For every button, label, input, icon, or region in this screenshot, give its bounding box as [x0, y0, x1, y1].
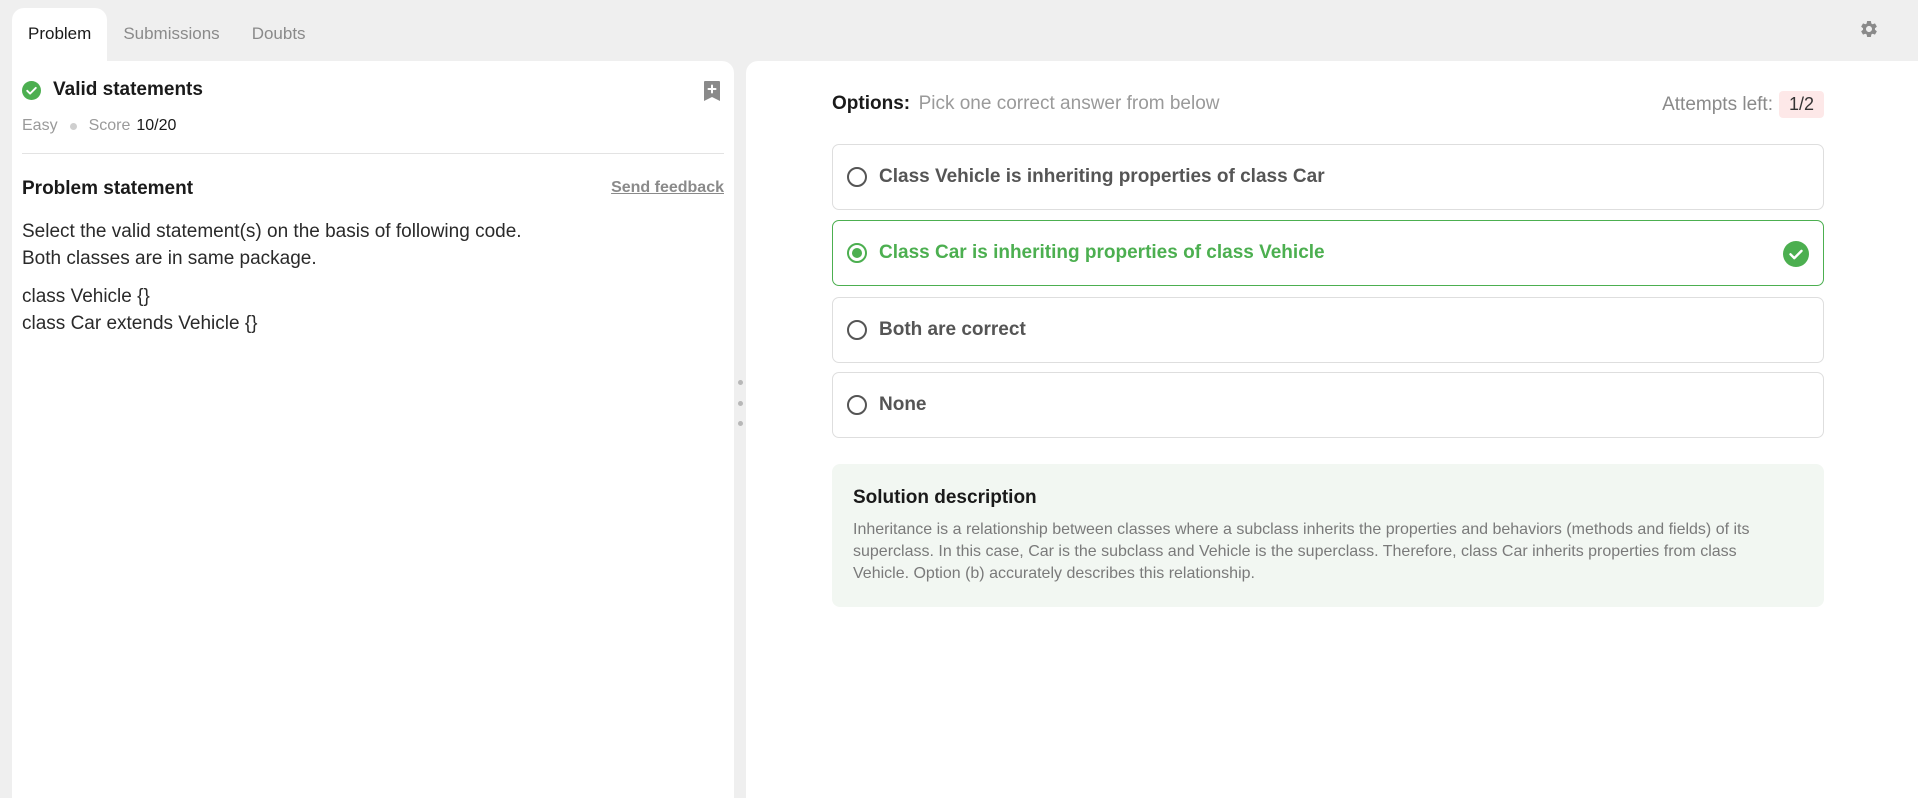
problem-header: Valid statements Easy Score 10/20	[22, 61, 724, 154]
separator-dot	[69, 122, 77, 130]
option-text: Class Car is inheriting properties of cl…	[879, 242, 1325, 263]
option-text: Both are correct	[879, 319, 1026, 340]
radio-button[interactable]	[847, 167, 867, 187]
bookmark-add-icon[interactable]	[702, 80, 722, 102]
problem-panel: Valid statements Easy Score 10/20 Proble…	[12, 61, 734, 798]
code-line: class Vehicle {}	[22, 286, 150, 307]
option-text: None	[879, 394, 927, 415]
send-feedback-link[interactable]: Send feedback	[611, 179, 724, 197]
solution-line: Vehicle. Option (b) accurately describes…	[853, 565, 1255, 582]
radio-button[interactable]	[847, 320, 867, 340]
title-row: Valid statements	[22, 79, 203, 101]
attempts-value: 1/2	[1778, 91, 1824, 118]
option-b[interactable]: Class Car is inheriting properties of cl…	[832, 220, 1824, 286]
score-label: Score	[88, 117, 131, 134]
statement-line: Both classes are in same package.	[22, 248, 317, 269]
settings-button[interactable]	[1856, 16, 1882, 42]
options-label: Options:	[832, 93, 911, 114]
panel-resize-handle[interactable]	[737, 380, 743, 426]
handle-dot	[737, 380, 743, 385]
attempts-label: Attempts left:	[1662, 93, 1773, 115]
tab-bar: Problem Submissions Doubts	[12, 8, 322, 61]
statement-body: Select the valid statement(s) on the bas…	[22, 218, 724, 272]
statement-title: Problem statement	[22, 178, 194, 199]
tab-problem[interactable]: Problem	[12, 8, 108, 61]
statement-code: class Vehicle {} class Car extends Vehic…	[22, 283, 724, 337]
handle-dot	[737, 400, 743, 406]
option-c[interactable]: Both are correct	[832, 297, 1824, 363]
statement-header: Problem statement Send feedback	[22, 178, 724, 202]
handle-dot	[737, 421, 743, 426]
options-hint: Pick one correct answer from below	[918, 93, 1220, 114]
radio-button[interactable]	[847, 395, 867, 415]
statement-line: Select the valid statement(s) on the bas…	[22, 221, 522, 242]
gear-icon	[1861, 20, 1877, 37]
option-d[interactable]: None	[832, 372, 1824, 438]
solution-box: Solution description Inheritance is a re…	[832, 464, 1824, 607]
solution-title: Solution description	[853, 487, 1037, 508]
solution-line: superclass. In this case, Car is the sub…	[853, 543, 1737, 560]
option-a[interactable]: Class Vehicle is inheriting properties o…	[832, 144, 1824, 210]
check-circle-icon	[1783, 241, 1809, 267]
problem-meta: Easy Score 10/20	[22, 117, 176, 135]
check-circle-icon	[22, 80, 41, 100]
option-text: Class Vehicle is inheriting properties o…	[879, 166, 1325, 187]
radio-button[interactable]	[847, 243, 867, 263]
tab-submissions[interactable]: Submissions	[107, 8, 235, 61]
attempts-counter: Attempts left: 1/2	[1662, 91, 1824, 118]
solution-line: Inheritance is a relationship between cl…	[853, 521, 1750, 538]
difficulty-label: Easy	[22, 117, 58, 134]
problem-title: Valid statements	[53, 79, 203, 100]
solution-text: Inheritance is a relationship between cl…	[853, 519, 1803, 585]
tab-doubts[interactable]: Doubts	[236, 8, 322, 61]
options-header: Options: Pick one correct answer from be…	[832, 91, 1824, 123]
score-value: 10/20	[136, 117, 177, 134]
code-line: class Car extends Vehicle {}	[22, 313, 258, 334]
answer-panel: Options: Pick one correct answer from be…	[746, 61, 1918, 798]
